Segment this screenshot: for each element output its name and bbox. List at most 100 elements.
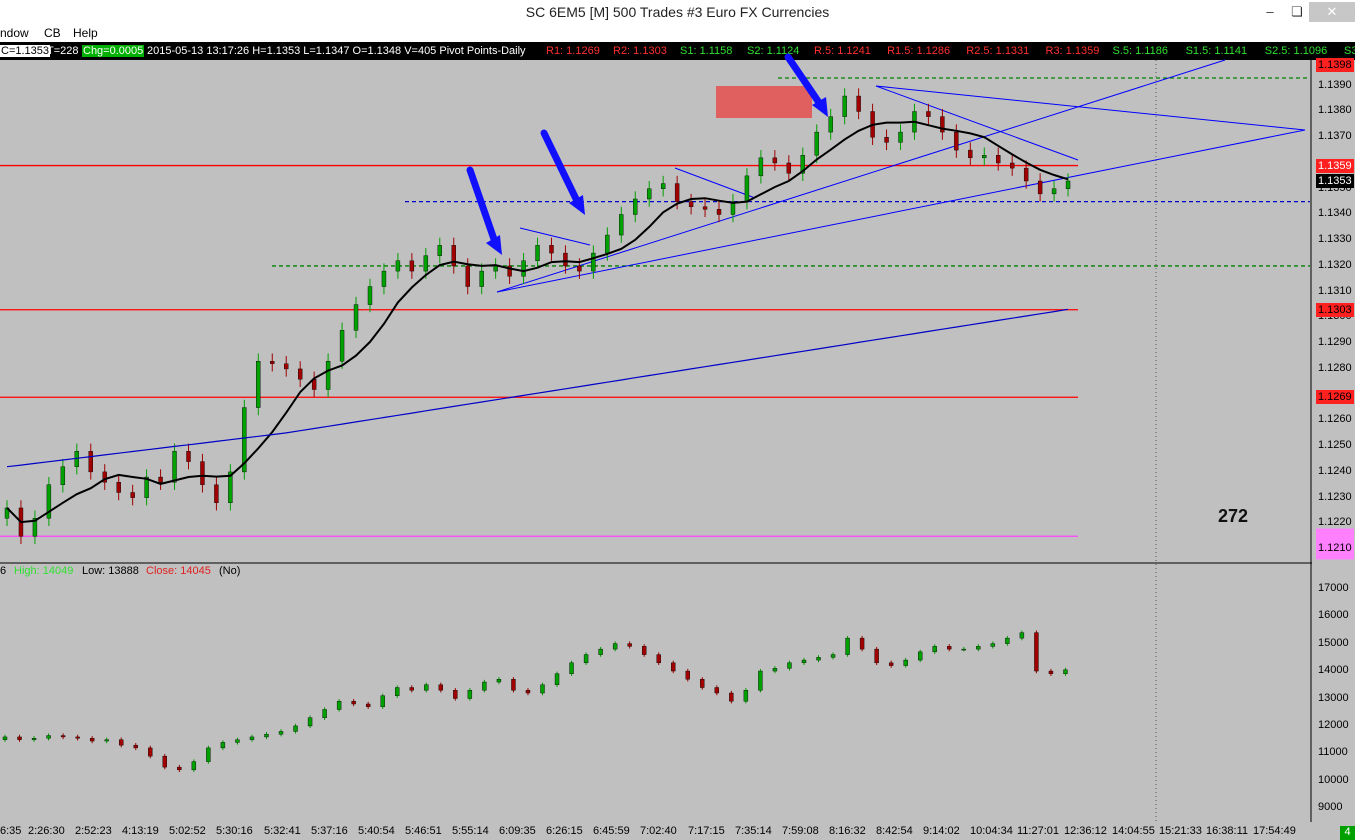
volume-close: Close: 14045 <box>146 565 211 577</box>
candle-body <box>423 255 429 272</box>
time-tick: 7:59:08 <box>782 825 819 837</box>
time-tick: 7:02:40 <box>640 825 677 837</box>
volume-candle <box>685 670 690 680</box>
candle-body <box>535 245 540 262</box>
volume-candle <box>409 687 414 691</box>
volume-candle <box>496 679 502 683</box>
candle-body <box>367 286 373 305</box>
volume-candle <box>133 744 138 749</box>
volume-candle <box>903 659 908 666</box>
volume-candle <box>467 690 473 699</box>
candle-body <box>186 451 191 462</box>
volume-candle <box>511 679 516 691</box>
time-tick: 8:16:32 <box>829 825 866 837</box>
annotation-arrow <box>466 166 502 255</box>
volume-candle <box>249 736 255 740</box>
volume-note: (No) <box>219 565 241 577</box>
candle-body <box>996 155 1001 164</box>
volume-candle <box>947 646 952 650</box>
volume-candle <box>380 695 385 707</box>
volume-candle <box>772 668 778 672</box>
candle-body <box>158 476 163 483</box>
candle-body <box>926 111 931 117</box>
volume-candle <box>598 648 603 655</box>
time-tick: 10:04:34 <box>970 825 1013 837</box>
arrow-shaft <box>466 166 500 249</box>
time-tick: 4:13:19 <box>122 825 159 837</box>
time-tick: 6:09:35 <box>499 825 536 837</box>
price-tick: 1.1310 <box>1318 284 1352 297</box>
candle-body <box>828 116 833 133</box>
time-tick: 8:42:54 <box>876 825 913 837</box>
candle-body <box>591 252 596 272</box>
corner-badge: 4 <box>1340 826 1355 840</box>
volume-candle <box>1019 632 1025 639</box>
volume-tick: 16000 <box>1318 609 1349 622</box>
volume-high: High: 14049 <box>14 565 74 577</box>
volume-candle <box>75 736 80 739</box>
volume-candle <box>554 673 560 685</box>
candle-body <box>284 363 289 370</box>
trend-line <box>496 59 1226 293</box>
candle-body <box>479 270 484 287</box>
volume-candle <box>351 701 356 705</box>
price-tick: 1.1240 <box>1318 464 1352 477</box>
price-tick: 1.1330 <box>1318 233 1352 246</box>
price-tick: 1.1380 <box>1318 104 1352 117</box>
candle-body <box>549 245 554 254</box>
volume-candle <box>31 738 37 740</box>
volume-candle <box>148 747 153 757</box>
volume-candle <box>874 648 879 664</box>
candle-body <box>660 183 666 189</box>
volume-candle <box>1034 632 1039 672</box>
time-tick: 6:45:59 <box>593 825 630 837</box>
volume-candle <box>1063 669 1068 675</box>
volume-candle <box>395 687 400 696</box>
volume-candle <box>104 739 109 742</box>
candle-body <box>688 201 694 207</box>
volume-candle <box>700 679 705 688</box>
volume-candle <box>671 662 676 672</box>
time-tick: 6:26:15 <box>546 825 583 837</box>
volume-tick: 17000 <box>1318 581 1349 594</box>
volume-candle <box>729 692 734 702</box>
price-tick: 1.1210 <box>1318 542 1352 555</box>
candle-body <box>381 270 387 287</box>
volume-candle <box>438 684 444 691</box>
time-tick: 12:36:12 <box>1064 825 1107 837</box>
volume-candle <box>235 739 240 743</box>
volume-candle <box>17 736 22 740</box>
candle-body <box>1023 167 1029 182</box>
volume-tick: 12000 <box>1318 718 1349 731</box>
candle-body <box>1065 180 1071 189</box>
volume-candle <box>1048 670 1054 674</box>
candle-body <box>605 234 610 254</box>
volume-candle <box>206 747 211 762</box>
volume-tick: 10000 <box>1318 773 1349 786</box>
volume-candle <box>2 736 8 740</box>
volume-candle <box>191 761 197 771</box>
time-tick: 5:40:54 <box>358 825 395 837</box>
volume-candle <box>961 648 966 651</box>
candle-body <box>633 198 638 215</box>
candle-body <box>409 260 415 272</box>
volume-candle <box>293 725 298 732</box>
volume-tick: 13000 <box>1318 691 1349 704</box>
moving-average-fast <box>6 120 1069 524</box>
candle-body <box>563 252 568 267</box>
time-tick: 14:04:55 <box>1112 825 1155 837</box>
time-tick: 5:32:41 <box>264 825 301 837</box>
candle-body <box>493 265 498 272</box>
price-tick: 1.1290 <box>1318 336 1352 349</box>
candle-body <box>130 492 135 498</box>
volume-candle <box>627 643 632 647</box>
price-tag: 1.1269 <box>1316 390 1354 405</box>
volume-candle <box>540 684 545 694</box>
candle-body <box>577 265 582 272</box>
volume-candle <box>60 735 66 738</box>
volume-candle <box>322 709 327 718</box>
price-chart[interactable] <box>0 0 1355 840</box>
time-tick: 17:54:49 <box>1253 825 1296 837</box>
volume-candle <box>1005 637 1010 644</box>
volume-candle <box>525 690 531 694</box>
